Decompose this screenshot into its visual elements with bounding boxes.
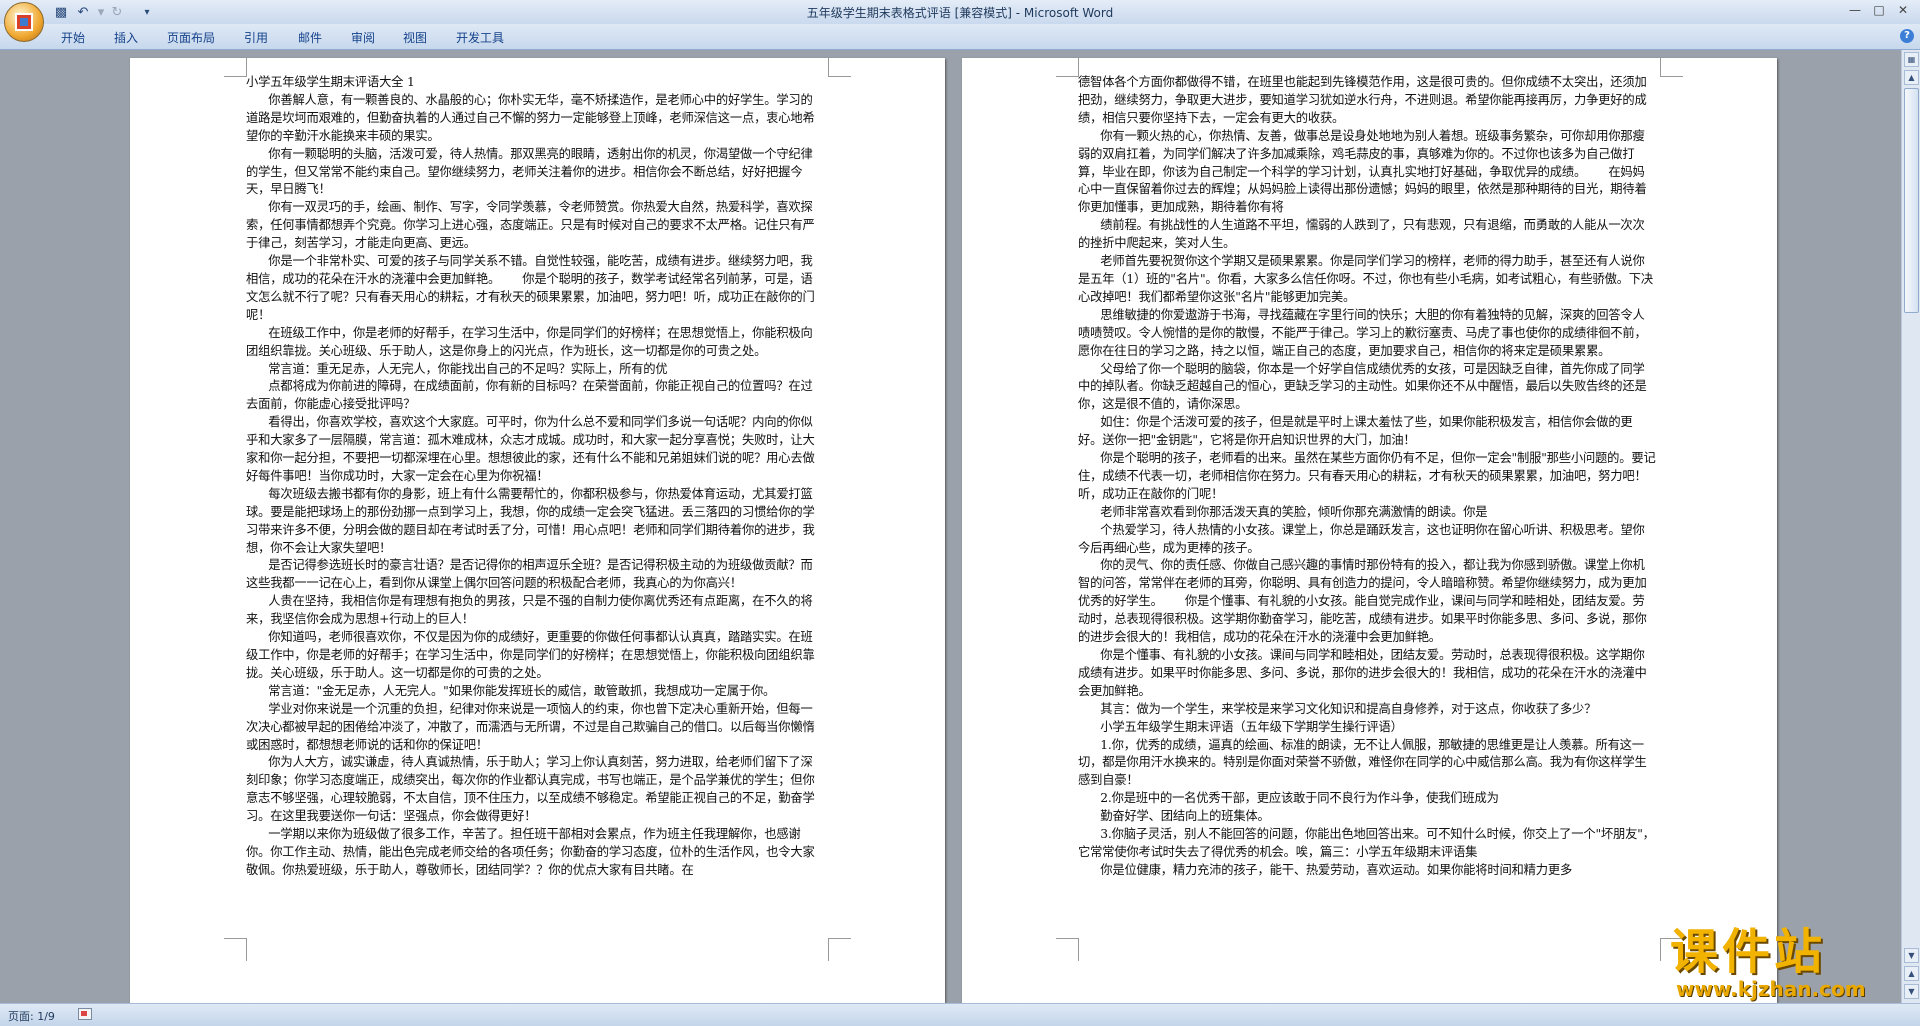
title-bar: ▩ ↶ ▾ ↻ ▾ 五年级学生期末表格式评语 [兼容模式] - Microsof… [0,0,1920,25]
ruler-toggle-icon[interactable]: ▦ [1904,52,1919,67]
watermark-url: www.kjzhan.com [1676,977,1866,1001]
previous-page-icon[interactable]: ▲ [1904,966,1919,981]
margin-mark [1056,938,1079,961]
proofing-icon[interactable] [78,1008,92,1020]
scroll-thumb[interactable] [1904,88,1919,313]
watermark-logo: 课件站 www.kjzhan.com [1670,925,1898,1001]
tab-developer[interactable]: 开发工具 [456,29,504,46]
document-page-1[interactable]: 小学五年级学生期末评语大全 1 你善解人意，有一颗善良的、水晶般的心；你朴实无华… [130,58,945,1003]
tab-home[interactable]: 开始 [61,29,85,46]
maximize-icon[interactable]: □ [1870,2,1888,18]
tab-review[interactable]: 审阅 [351,29,375,46]
window-title: 五年级学生期末表格式评语 [兼容模式] - Microsoft Word [806,6,1114,20]
scroll-up-icon[interactable]: ▲ [1904,70,1919,85]
page-1-text[interactable]: 小学五年级学生期末评语大全 1 你善解人意，有一颗善良的、水晶般的心；你朴实无华… [246,74,824,880]
watermark-text: 课件站 [1670,924,1827,980]
margin-mark [1056,58,1079,77]
ribbon-tabs: 开始 插入 页面布局 引用 邮件 审阅 视图 开发工具 ? [0,24,1920,50]
tab-mailings[interactable]: 邮件 [298,29,322,46]
minimize-icon[interactable]: — [1846,2,1864,18]
margin-mark [1660,58,1683,77]
margin-mark [224,938,247,961]
margin-mark [828,58,851,77]
margin-mark [828,938,851,961]
close-icon[interactable]: ✕ [1894,2,1912,18]
vertical-scrollbar[interactable]: ▦ ▲ ▼ ▲ ▼ [1901,50,1920,1003]
tab-references[interactable]: 引用 [244,29,268,46]
tab-page-layout[interactable]: 页面布局 [167,29,215,46]
page-2-text[interactable]: 德智体各个方面你都做得不错，在班里也能起到先锋模范作用，这是很可贵的。但你成绩不… [1078,74,1656,880]
status-bar: 页面: 1/9 [0,1003,1920,1026]
scroll-down-icon[interactable]: ▼ [1904,948,1919,963]
help-icon[interactable]: ? [1900,29,1914,43]
margin-mark [224,58,247,77]
tab-insert[interactable]: 插入 [114,29,138,46]
office-logo-icon [15,13,33,31]
page-count[interactable]: 页面: 1/9 [8,1008,55,1024]
next-page-icon[interactable]: ▼ [1904,984,1919,999]
document-page-2[interactable]: 德智体各个方面你都做得不错，在班里也能起到先锋模范作用，这是很可贵的。但你成绩不… [962,58,1777,1003]
office-button[interactable] [4,2,44,42]
tab-view[interactable]: 视图 [403,29,427,46]
